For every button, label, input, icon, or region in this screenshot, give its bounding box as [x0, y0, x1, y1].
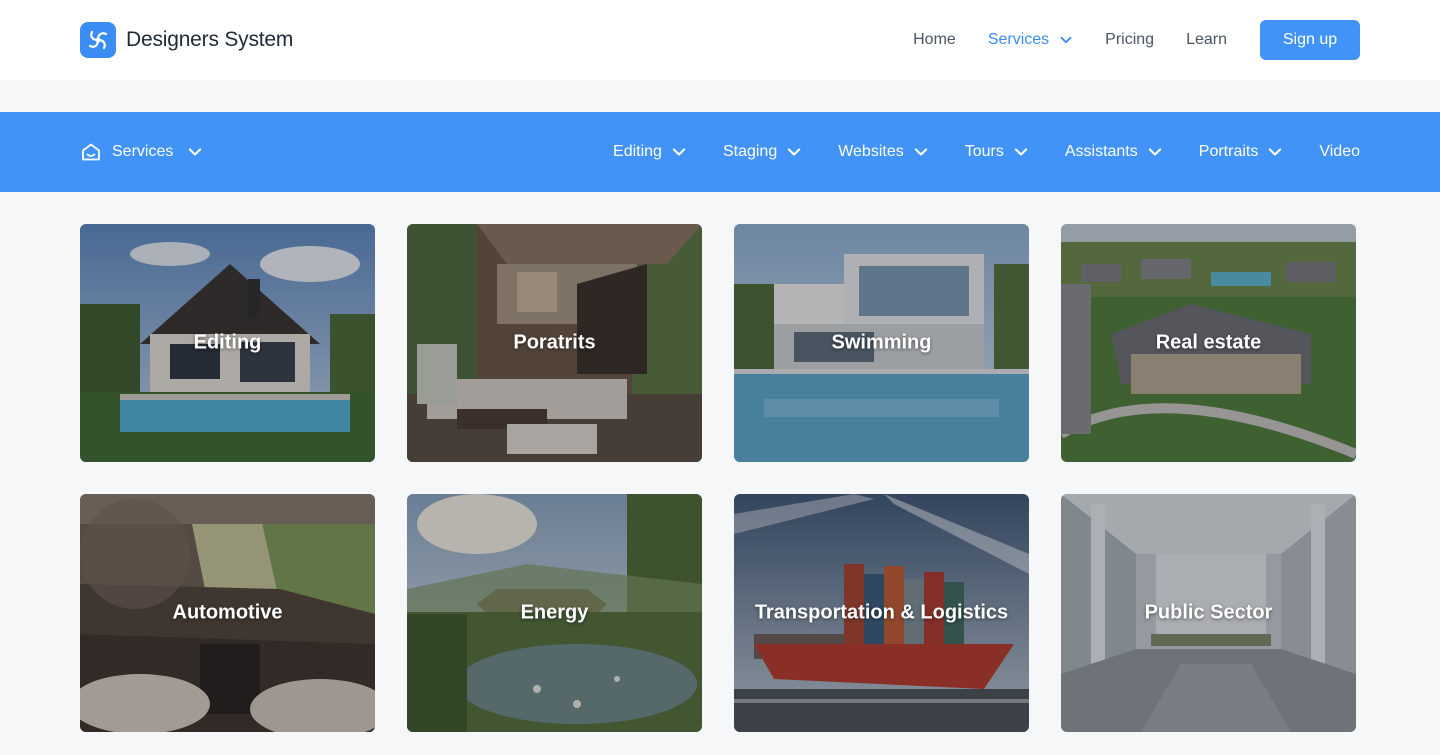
brand[interactable]: Designers System [80, 22, 293, 58]
chevron-down-icon [914, 148, 927, 156]
top-nav: Home Services Pricing Learn Sign up [913, 20, 1360, 60]
subnav-item-video[interactable]: Video [1319, 143, 1360, 161]
swirl-logo-icon [80, 22, 116, 58]
subnav-services-label: Services [112, 143, 174, 160]
subnav-services-menu[interactable]: Services [80, 141, 203, 163]
card-label: Transportation & Logistics [754, 601, 1009, 624]
subnav-item-label: Websites [838, 143, 904, 160]
chevron-down-icon [1269, 148, 1282, 156]
card-public-sector[interactable]: Public Sector [1061, 494, 1356, 732]
card-label: Swimming [831, 331, 932, 354]
subnav-item-portraits[interactable]: Portraits [1199, 143, 1284, 161]
subnav-item-websites[interactable]: Websites [838, 143, 929, 161]
signup-button[interactable]: Sign up [1260, 20, 1360, 60]
card-automotive[interactable]: Automotive [80, 494, 375, 732]
card-swimming[interactable]: Swimming [734, 224, 1029, 462]
chevron-down-icon [672, 148, 686, 156]
card-editing[interactable]: Editing [80, 224, 375, 462]
subnav-item-label: Portraits [1198, 143, 1259, 160]
card-energy[interactable]: Energy [407, 494, 702, 732]
home-icon [82, 143, 100, 161]
subnav-item-label: Editing [613, 143, 662, 160]
chevron-down-icon [1148, 148, 1161, 156]
nav-pricing[interactable]: Pricing [1105, 31, 1154, 49]
nav-learn[interactable]: Learn [1186, 31, 1227, 49]
chevron-down-icon [189, 148, 202, 156]
card-label: Poratrits [513, 331, 596, 354]
subnav-item-label: Tours [964, 143, 1004, 160]
chevron-down-icon [1014, 148, 1028, 156]
card-label: Automotive [172, 601, 283, 624]
subnav-item-staging[interactable]: Staging [723, 143, 802, 161]
nav-services[interactable]: Services [988, 31, 1073, 49]
subnav-item-label: Staging [722, 143, 778, 160]
nav-services-label: Services [987, 31, 1050, 48]
card-label: Editing [193, 331, 262, 354]
services-subnav: Services Editing Staging Websites Tours … [0, 112, 1440, 192]
subnav-item-label: Video [1319, 143, 1360, 160]
subnav-item-label: Assistants [1064, 143, 1138, 160]
subnav-items: Editing Staging Websites Tours Assistant… [613, 143, 1360, 161]
top-header: Designers System Home Services Pricing L… [0, 0, 1440, 80]
card-transportation-logistics[interactable]: Transportation & Logistics [734, 494, 1029, 732]
brand-name: Designers System [126, 28, 294, 51]
card-label: Real estate [1155, 331, 1262, 354]
card-poratrits[interactable]: Poratrits [407, 224, 702, 462]
subnav-item-assistants[interactable]: Assistants [1065, 143, 1163, 161]
chevron-down-icon [788, 148, 801, 156]
nav-home[interactable]: Home [913, 31, 956, 49]
nav-home-label: Home [913, 31, 956, 48]
chevron-down-icon [1060, 36, 1072, 44]
services-card-grid: Editing Poratrits Swimming Real estate A… [80, 224, 1356, 732]
nav-pricing-label: Pricing [1105, 31, 1155, 48]
subnav-item-editing[interactable]: Editing [613, 143, 687, 161]
card-label: Public Sector [1144, 601, 1273, 624]
nav-learn-label: Learn [1186, 31, 1227, 48]
card-real-estate[interactable]: Real estate [1061, 224, 1356, 462]
card-label: Energy [520, 601, 589, 624]
subnav-item-tours[interactable]: Tours [965, 143, 1029, 161]
